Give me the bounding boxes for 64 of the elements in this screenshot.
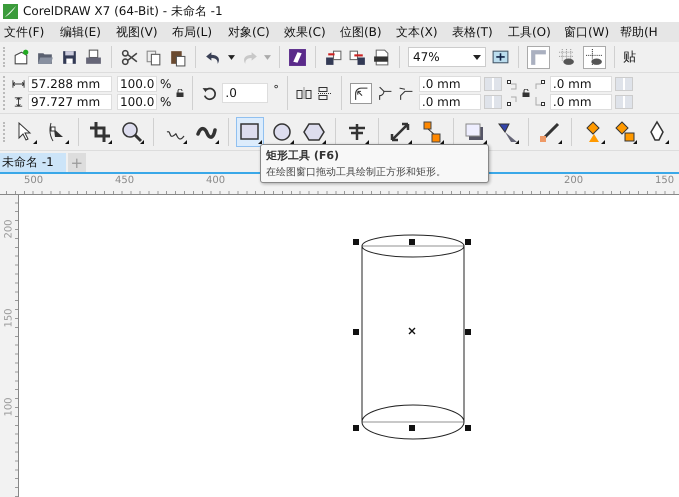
width-icon	[12, 79, 25, 89]
corner-radius-field[interactable]: .0 mm	[550, 76, 612, 92]
cut-icon[interactable]	[120, 48, 139, 66]
lock-icon[interactable]	[176, 89, 184, 97]
percent-label: %	[160, 77, 172, 91]
rotation-field[interactable]: .0	[222, 83, 268, 103]
print-icon[interactable]	[84, 48, 103, 66]
corner-radius-field[interactable]: .0 mm	[550, 94, 612, 110]
corner-top-right-icon	[534, 80, 545, 90]
tooltip-description: 在绘图窗口拖动工具绘制正方形和矩形。	[266, 166, 447, 179]
ruler-label: 100	[2, 397, 16, 417]
menu-item[interactable]: 文件(F)	[4, 24, 60, 40]
rotate-icon	[201, 86, 218, 100]
menu-item[interactable]: 文本(X)	[396, 24, 452, 40]
snap-to-label[interactable]: 贴	[623, 48, 639, 66]
height-field[interactable]: 97.727 mm	[28, 94, 112, 110]
cylinder-drawing[interactable]	[353, 234, 471, 440]
degree-label: °	[273, 82, 279, 96]
mirror-horizontal-icon[interactable]	[296, 86, 312, 100]
app-launcher-icon[interactable]	[288, 48, 307, 66]
menu-item[interactable]: 工具(O)	[508, 24, 564, 40]
menu-item[interactable]: 表格(T)	[452, 24, 508, 40]
corner-bottom-left-icon	[506, 96, 517, 106]
menu-item[interactable]: 效果(C)	[284, 24, 340, 40]
menu-item[interactable]: 布局(L)	[172, 24, 228, 40]
scale-x-field[interactable]: 100.0	[117, 76, 157, 92]
scale-y-field[interactable]: 100.0	[117, 94, 157, 110]
chamfered-corner-icon[interactable]	[398, 86, 414, 100]
percent-label: %	[160, 95, 172, 109]
corner-radius-field[interactable]: .0 mm	[418, 94, 481, 110]
corner-top-left-icon	[506, 80, 517, 90]
mirror-vertical-icon[interactable]	[316, 86, 333, 100]
window-title: CorelDRAW X7 (64-Bit) - 未命名 -1	[23, 2, 223, 20]
document-tab[interactable]: 未命名 -1	[0, 153, 66, 172]
corner-bottom-right-icon	[534, 96, 545, 106]
menu-item[interactable]: 编辑(E)	[60, 24, 116, 40]
dropdown-caret-icon[interactable]	[473, 54, 481, 60]
ruler-label: 200	[563, 175, 584, 188]
ruler-label: 200	[2, 219, 16, 239]
zoom-level-dropdown[interactable]: 47%	[408, 47, 486, 67]
corner-radius-field[interactable]: .0 mm	[418, 76, 481, 92]
new-document-icon[interactable]	[12, 48, 31, 66]
lock-icon[interactable]	[522, 89, 530, 97]
ruler-label: 150	[654, 175, 676, 188]
menu-item[interactable]: 对象(C)	[228, 24, 284, 40]
menu-item[interactable]: 位图(B)	[340, 24, 396, 40]
import-icon[interactable]	[324, 48, 343, 66]
pdf-icon[interactable]	[372, 48, 391, 66]
menu-item[interactable]: 视图(V)	[116, 24, 172, 40]
copy-icon[interactable]	[144, 48, 163, 66]
caret-icon[interactable]	[228, 54, 235, 60]
tooltip-title: 矩形工具 (F6)	[266, 148, 340, 163]
full-screen-preview-icon[interactable]	[491, 48, 510, 66]
menu-item[interactable]: 窗口(W)	[564, 24, 620, 40]
width-field[interactable]: 57.288 mm	[28, 76, 112, 92]
ruler-label: 400	[205, 175, 226, 188]
height-icon	[12, 97, 25, 107]
export-icon[interactable]	[348, 48, 367, 66]
ruler-label: 450	[114, 175, 136, 188]
menu-item[interactable]: 帮助(H	[620, 24, 676, 40]
scalloped-corner-icon[interactable]	[376, 86, 393, 100]
app-logo-icon	[3, 4, 18, 18]
ruler-label: 500	[23, 175, 44, 188]
ruler-label: 150	[2, 308, 16, 328]
